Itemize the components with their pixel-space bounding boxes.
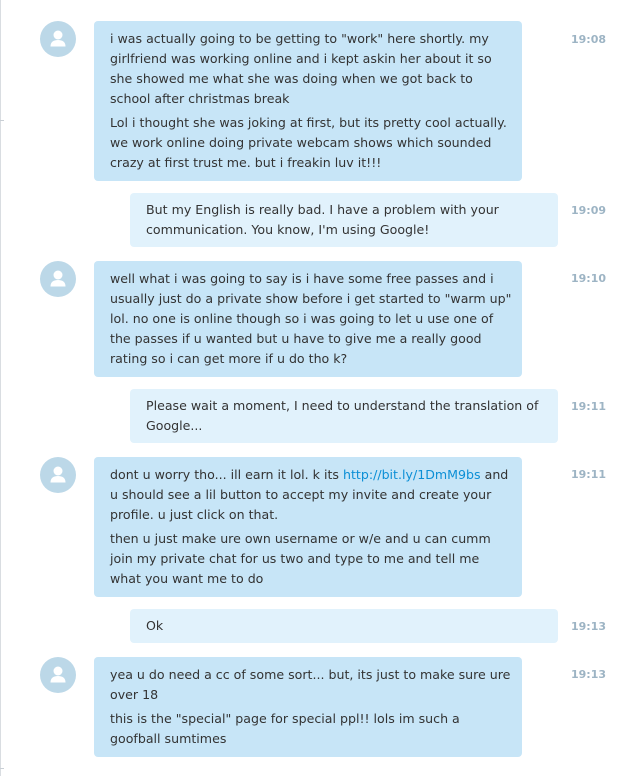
message-text: Please wait a moment, I need to understa…: [146, 398, 539, 433]
message-text: well what i was going to say is i have s…: [110, 271, 512, 366]
user-silhouette-icon: [50, 30, 66, 47]
message-bubble: dont u worry tho... ill earn it lol. k i…: [94, 457, 522, 597]
avatar[interactable]: [40, 261, 76, 297]
message-link[interactable]: http://bit.ly/1DmM9bs: [343, 467, 481, 482]
message-timestamp: 19:08: [570, 33, 606, 46]
user-silhouette-icon: [50, 666, 66, 683]
user-silhouette-icon: [50, 270, 66, 287]
message-text-segment: dont u worry tho... ill earn it lol. k i…: [110, 467, 343, 482]
message-timestamp: 19:11: [570, 400, 606, 413]
message-text: i was actually going to be getting to "w…: [110, 31, 492, 106]
message-text: Ok: [146, 618, 164, 633]
message-bubble: Please wait a moment, I need to understa…: [130, 389, 558, 443]
avatar[interactable]: [40, 21, 76, 57]
message-text: this is the "special" page for special p…: [110, 711, 460, 746]
message-text: then u just make ure own username or w/e…: [110, 531, 491, 586]
message-timestamp: 19:11: [570, 468, 606, 481]
user-silhouette-icon: [50, 466, 66, 483]
left-border: [0, 0, 1, 776]
message-timestamp: 19:10: [570, 272, 606, 285]
message-text: yea u do need a cc of some sort... but, …: [110, 667, 511, 702]
message-bubble: Ok: [130, 609, 558, 643]
avatar[interactable]: [40, 657, 76, 693]
message-timestamp: 19:13: [570, 668, 606, 681]
avatar[interactable]: [40, 457, 76, 493]
message-bubble: well what i was going to say is i have s…: [94, 261, 522, 377]
message-bubble: But my English is really bad. I have a p…: [130, 193, 558, 247]
message-text: Lol i thought she was joking at first, b…: [110, 115, 507, 170]
left-border-tick: [0, 120, 4, 121]
message-text: But my English is really bad. I have a p…: [146, 202, 499, 237]
message-timestamp: 19:09: [570, 204, 606, 217]
message-bubble: yea u do need a cc of some sort... but, …: [94, 657, 522, 757]
left-border-tick: [0, 768, 4, 769]
message-text: dont u worry tho... ill earn it lol. k i…: [110, 465, 512, 525]
message-bubble: i was actually going to be getting to "w…: [94, 21, 522, 181]
message-timestamp: 19:13: [570, 620, 606, 633]
